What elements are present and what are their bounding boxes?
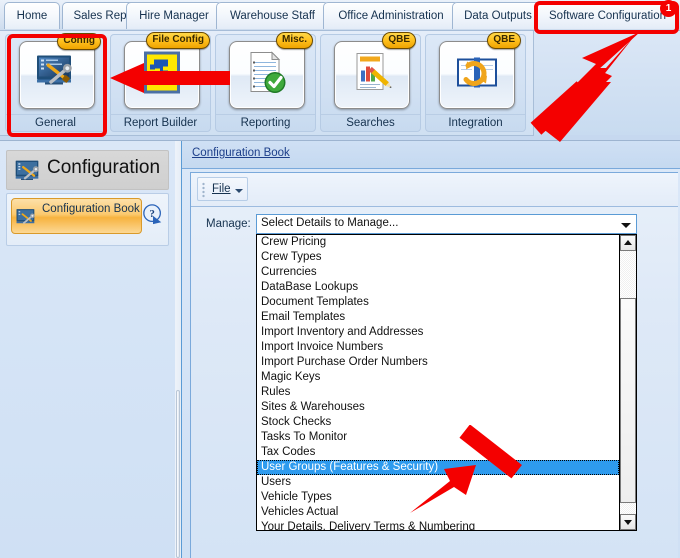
ribbon-badge-searches: QBE: [382, 32, 416, 49]
ribbon-button-integration-face: [439, 41, 515, 109]
ribbon-badge-integration: QBE: [487, 32, 521, 49]
ribbon-button-general[interactable]: Config General: [5, 34, 106, 132]
content-pane: Configuration Book File Manage: Select D…: [181, 141, 680, 558]
list-item[interactable]: Email Templates: [257, 310, 619, 325]
scroll-down-arrow-icon[interactable]: [620, 514, 636, 530]
configuration-book-form: File Manage: Select Details to Manage...…: [190, 172, 678, 558]
ribbon-button-reporting[interactable]: Misc. Reporting: [215, 34, 316, 132]
form-menu-bar: File: [191, 173, 678, 207]
breadcrumb-bar: Configuration Book: [182, 141, 680, 169]
manage-dropdown-options: Crew Pricing Crew Types Currencies DataB…: [257, 235, 619, 530]
ribbon-button-reporting-label: Reporting: [216, 114, 315, 129]
menu-file-label: File: [212, 183, 231, 195]
ribbon-button-general-face: [19, 41, 95, 109]
ribbon-badge-report-builder: File Config: [146, 32, 210, 49]
list-item[interactable]: Your Details, Delivery Terms & Numbering: [257, 520, 619, 530]
chart-pencil-icon: [352, 51, 392, 100]
list-item[interactable]: Import Purchase Order Numbers: [257, 355, 619, 370]
tab-hire-manager[interactable]: Hire Manager: [126, 2, 222, 29]
ribbon-button-general-label: General: [6, 114, 105, 129]
list-item[interactable]: Vehicles Actual: [257, 505, 619, 520]
tab-software-configuration[interactable]: Software Configuration: [537, 2, 678, 29]
manage-row: Manage: Select Details to Manage... Crew…: [191, 214, 678, 238]
manage-dropdown-list[interactable]: Crew Pricing Crew Types Currencies DataB…: [256, 234, 637, 531]
tab-data-outputs[interactable]: Data Outputs: [452, 2, 544, 29]
manage-combobox-value: Select Details to Manage...: [261, 217, 398, 229]
ribbon-empty-area: [534, 31, 680, 135]
help-arrow-icon[interactable]: ?: [142, 203, 164, 225]
ribbon-button-searches-face: [334, 41, 410, 109]
sidebar-item-configuration-book-label: Configuration Book: [42, 202, 142, 216]
chevron-down-icon[interactable]: [621, 223, 631, 228]
tab-home[interactable]: Home: [4, 2, 60, 29]
ribbon-badge-general: Config: [57, 33, 101, 50]
ribbon-button-integration-label: Integration: [426, 114, 525, 129]
list-item[interactable]: Crew Pricing: [257, 235, 619, 250]
ribbon-button-searches-label: Searches: [321, 114, 420, 129]
list-item[interactable]: Stock Checks: [257, 415, 619, 430]
list-item[interactable]: Magic Keys: [257, 370, 619, 385]
annotation-step-badge-1: 1: [660, 0, 677, 17]
navigation-header-title: Configuration: [47, 157, 160, 179]
application-window: Home Sales Rep Hire Manager Warehouse St…: [0, 0, 680, 558]
tab-office-administration[interactable]: Office Administration: [323, 2, 459, 29]
sidebar-item-configuration-book[interactable]: Configuration Book: [11, 198, 142, 234]
ribbon-button-integration[interactable]: QBE Integration: [425, 34, 526, 132]
list-item[interactable]: DataBase Lookups: [257, 280, 619, 295]
list-item[interactable]: Rules: [257, 385, 619, 400]
list-item[interactable]: Import Inventory and Addresses: [257, 325, 619, 340]
manage-combobox[interactable]: Select Details to Manage...: [256, 214, 637, 234]
chevron-down-icon: [235, 189, 243, 193]
list-item[interactable]: Currencies: [257, 265, 619, 280]
ribbon-button-report-builder-label: Report Builder: [111, 114, 210, 129]
ribbon-button-reporting-face: [229, 41, 305, 109]
ribbon: Home Sales Rep Hire Manager Warehouse St…: [0, 0, 680, 141]
scrollbar-thumb[interactable]: [620, 298, 636, 503]
menu-file[interactable]: File: [197, 177, 248, 201]
list-item[interactable]: Document Templates: [257, 295, 619, 310]
list-item[interactable]: Import Invoice Numbers: [257, 340, 619, 355]
ribbon-tab-strip: Home Sales Rep Hire Manager Warehouse St…: [0, 0, 680, 31]
puzzle-icon: [142, 51, 182, 100]
tab-warehouse-staff[interactable]: Warehouse Staff: [216, 2, 329, 29]
grip-dots-icon: [202, 182, 205, 198]
ribbon-badge-reporting: Misc.: [276, 32, 313, 49]
list-item[interactable]: Tasks To Monitor: [257, 430, 619, 445]
list-item-user-groups[interactable]: User Groups (Features & Security): [257, 460, 619, 475]
pane-splitter-grip[interactable]: [176, 390, 180, 558]
list-item[interactable]: Users: [257, 475, 619, 490]
dropdown-scrollbar[interactable]: [619, 235, 636, 530]
monitor-tools-icon: [15, 159, 43, 190]
list-item[interactable]: Crew Types: [257, 250, 619, 265]
scroll-up-arrow-icon[interactable]: [620, 235, 636, 251]
ribbon-button-row: Config General File C: [0, 31, 534, 136]
monitor-tools-icon: [36, 54, 78, 97]
list-item[interactable]: Tax Codes: [257, 445, 619, 460]
breadcrumb-configuration-book[interactable]: Configuration Book: [192, 147, 290, 159]
ribbon-button-report-builder-face: [124, 41, 200, 109]
list-item[interactable]: Vehicle Types: [257, 490, 619, 505]
monitor-tools-icon: [16, 208, 38, 233]
navigation-header: Configuration: [6, 150, 169, 190]
navigation-group: Configuration Book ?: [6, 193, 169, 246]
book-refresh-icon: [455, 53, 499, 98]
manage-label: Manage:: [206, 218, 251, 230]
list-item[interactable]: Sites & Warehouses: [257, 400, 619, 415]
ribbon-button-searches[interactable]: QBE Searches: [320, 34, 421, 132]
navigation-pane: Configuration Configuration: [0, 141, 175, 558]
ribbon-button-report-builder[interactable]: File Config Report Builder: [110, 34, 211, 132]
document-check-icon: [246, 51, 288, 100]
